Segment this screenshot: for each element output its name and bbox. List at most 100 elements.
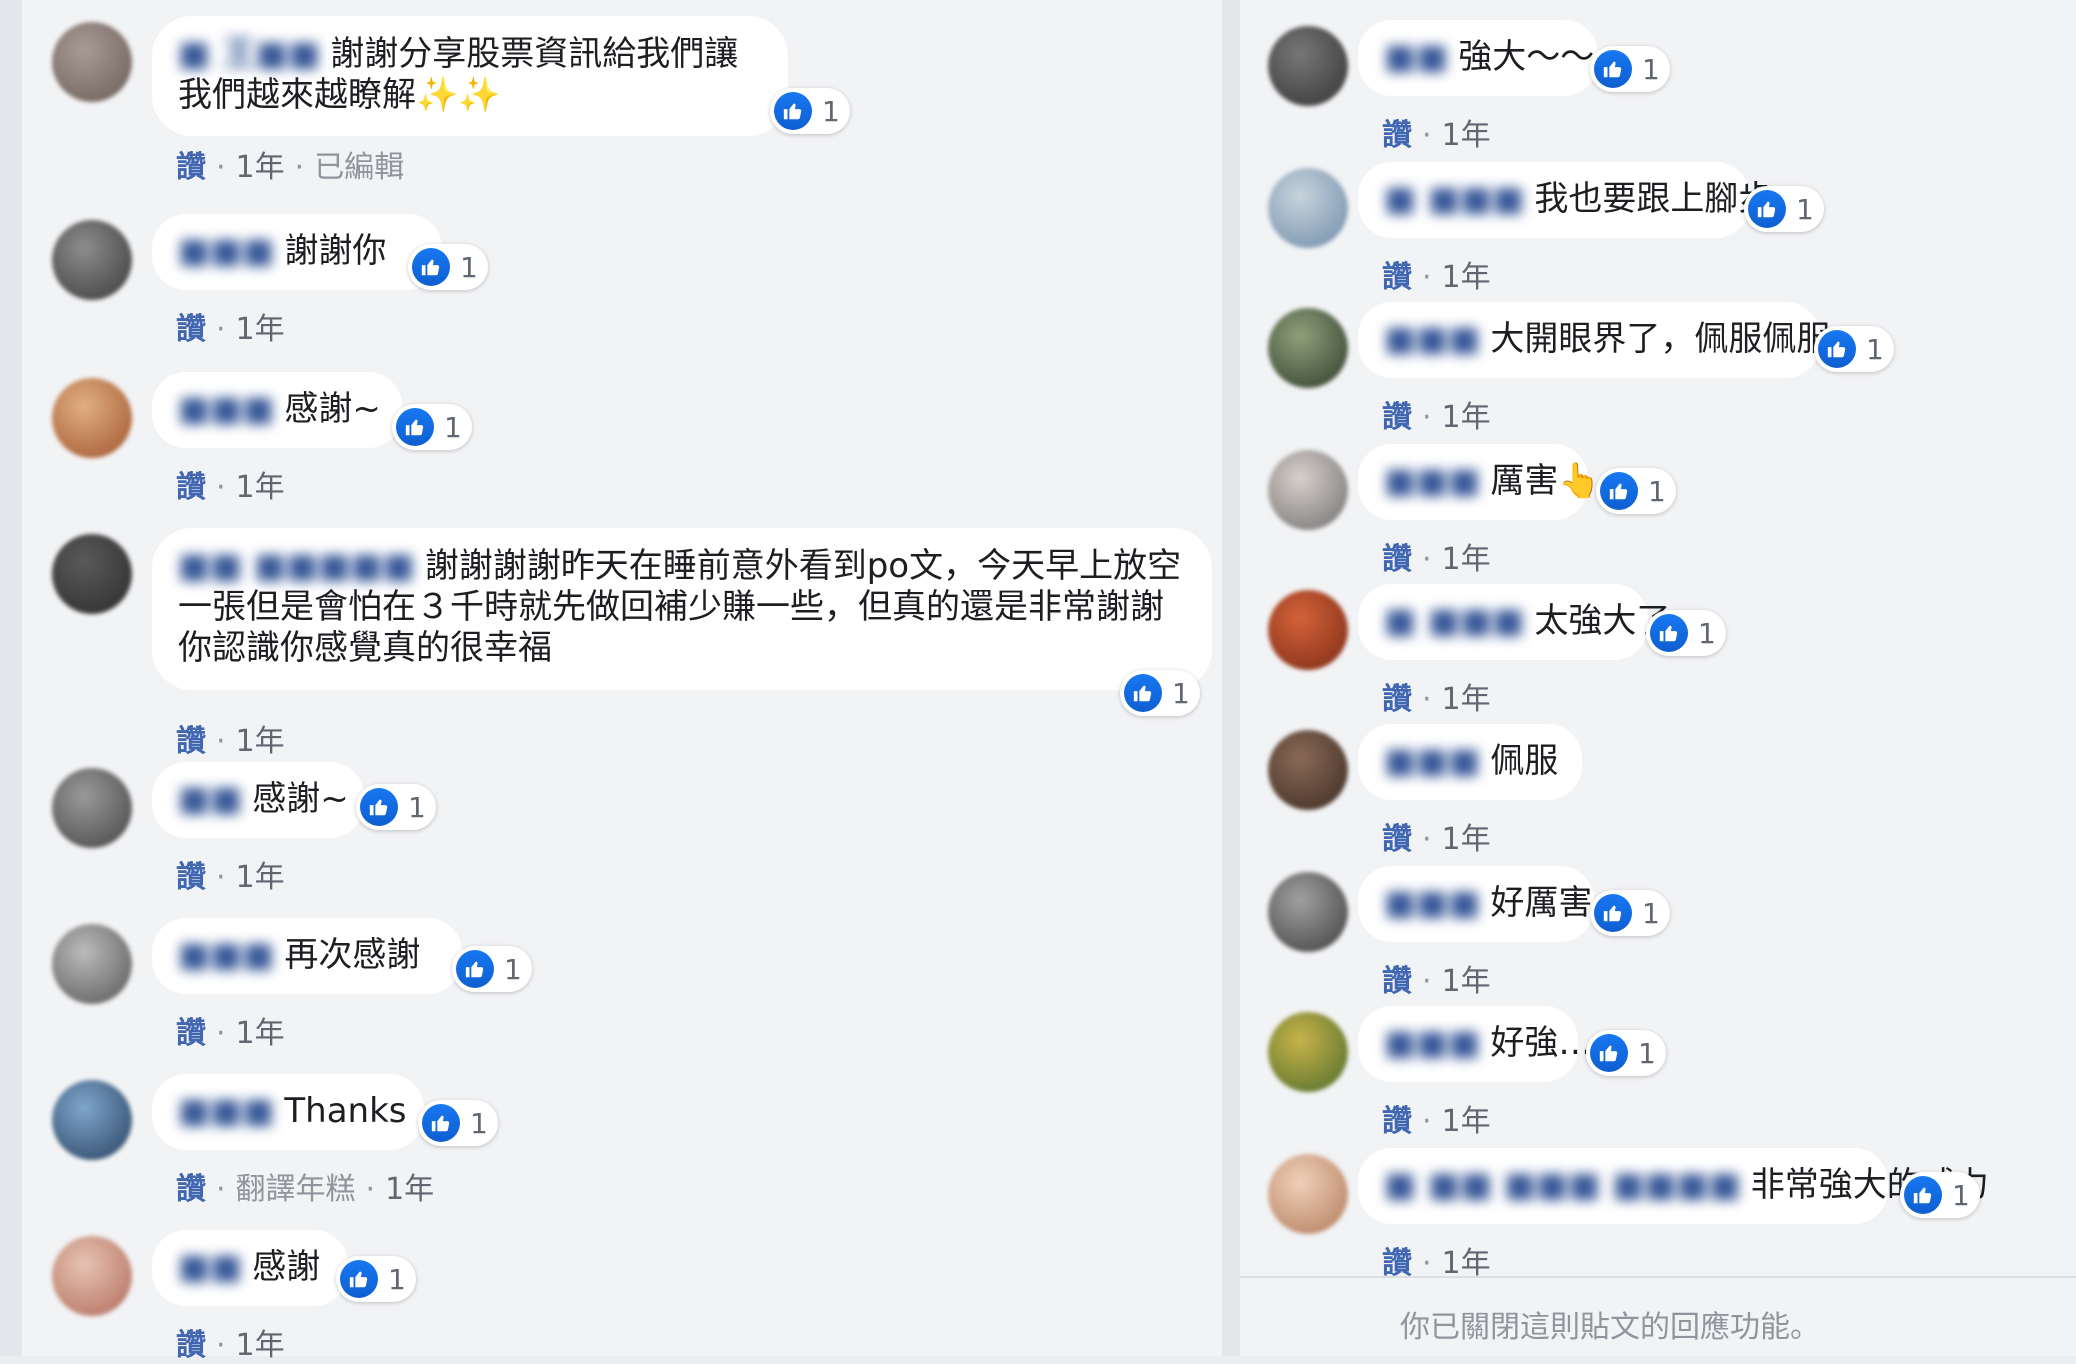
comment-bubble: ■ ■■ ■■■ ■■■■ 非常強大的威力 [1358,1148,1989,1224]
commenter-avatar[interactable] [52,1236,132,1316]
reaction-count: 1 [1796,192,1814,226]
like-button[interactable]: 讚 [176,860,206,895]
comment-timestamp[interactable]: 1年 [1442,682,1491,717]
like-button[interactable]: 讚 [1382,822,1412,857]
comment-timestamp[interactable]: 1年 [385,1172,434,1207]
comment-timestamp[interactable]: 1年 [236,312,285,347]
comment-timestamp[interactable]: 1年 [1442,822,1491,857]
commenter-avatar[interactable] [1268,26,1348,106]
reaction-count: 1 [1698,616,1716,650]
separator-dot: · [1422,260,1432,295]
like-reaction-icon [1594,50,1632,88]
like-button[interactable]: 讚 [1382,682,1412,717]
comment-actions: 讚 · 1年 [176,1008,285,1052]
like-reaction-icon [1124,674,1162,712]
commenter-avatar[interactable] [52,924,132,1004]
reaction-summary[interactable]: 1 [1814,326,1894,372]
reaction-summary[interactable]: 1 [392,404,472,450]
comment-author-name[interactable]: ■■ [178,778,242,820]
comment-text: 再次感謝 [284,935,421,975]
comment-author-name[interactable]: ■ ■■■ [1384,600,1524,642]
separator-dot: · [216,860,226,895]
comment-actions: 讚 · 1年 [1382,674,1491,718]
like-button[interactable]: 讚 [176,1328,206,1363]
commenter-avatar[interactable] [1268,308,1348,388]
like-button[interactable]: 讚 [1382,964,1412,999]
comment-author-name[interactable]: ■ ■■■ [1384,178,1524,220]
commenter-avatar[interactable] [1268,1154,1348,1234]
separator-dot: · [294,150,305,185]
like-button[interactable]: 讚 [1382,260,1412,295]
commenter-avatar[interactable] [52,22,132,102]
reaction-count: 1 [1642,52,1660,86]
like-button[interactable]: 讚 [176,724,206,759]
like-button[interactable]: 讚 [176,1172,206,1207]
comment-author-name[interactable]: ■■■ [178,388,274,430]
comment-author-name[interactable]: ■■■ [1384,460,1480,502]
commenter-avatar[interactable] [52,768,132,848]
comment-timestamp[interactable]: 1年 [236,150,285,185]
reaction-summary[interactable]: 1 [336,1256,416,1302]
comment-timestamp[interactable]: 1年 [1442,1104,1491,1139]
commenter-avatar[interactable] [1268,872,1348,952]
comment-text: 感謝 [252,1247,321,1287]
comment-timestamp[interactable]: 1年 [1442,260,1491,295]
commenter-avatar[interactable] [1268,590,1348,670]
reaction-summary[interactable]: 1 [452,946,532,992]
commenter-avatar[interactable] [52,220,132,300]
comment-author-name[interactable]: ■ ■■ ■■■ ■■■■ [1384,1164,1741,1206]
like-button[interactable]: 讚 [1382,400,1412,435]
commenter-avatar[interactable] [1268,730,1348,810]
reaction-summary[interactable]: 1 [356,784,436,830]
reaction-summary[interactable]: 1 [770,88,850,134]
reaction-summary[interactable]: 1 [1120,670,1200,716]
comment-timestamp[interactable]: 1年 [1442,118,1491,153]
comment-timestamp[interactable]: 1年 [236,860,285,895]
reaction-summary[interactable]: 1 [1586,1030,1666,1076]
like-button[interactable]: 讚 [176,470,206,505]
reaction-summary[interactable]: 1 [1744,186,1824,232]
comment-author-name[interactable]: ■■ [1384,36,1448,78]
reaction-summary[interactable]: 1 [418,1100,498,1146]
like-button[interactable]: 讚 [1382,542,1412,577]
commenter-avatar[interactable] [52,534,132,614]
comment-author-name[interactable]: ■ 王■■ [178,34,320,75]
commenter-avatar[interactable] [52,1080,132,1160]
separator-dot: · [1422,542,1432,577]
comment-author-name[interactable]: ■■■ [178,1090,274,1132]
comment-timestamp[interactable]: 1年 [1442,964,1491,999]
reaction-count: 1 [408,790,426,824]
comment-author-name[interactable]: ■■■ [178,230,274,272]
comment-timestamp[interactable]: 1年 [236,1016,285,1051]
comment-timestamp[interactable]: 1年 [1442,542,1491,577]
commenter-avatar[interactable] [52,378,132,458]
comment-timestamp[interactable]: 1年 [236,1328,285,1363]
comment-author-name[interactable]: ■■■ [1384,882,1480,924]
commenter-avatar[interactable] [1268,168,1348,248]
comment-timestamp[interactable]: 1年 [1442,400,1491,435]
comment-text: 厲害👆 [1490,461,1601,501]
commenter-avatar[interactable] [1268,450,1348,530]
reaction-summary[interactable]: 1 [1900,1172,1980,1218]
comment-author-name[interactable]: ■■■ [178,934,274,976]
comment-timestamp[interactable]: 1年 [236,470,285,505]
reaction-summary[interactable]: 1 [1646,610,1726,656]
comment-author-name[interactable]: ■■■ [1384,318,1480,360]
commenter-avatar[interactable] [1268,1012,1348,1092]
comment-author-name[interactable]: ■■■ [1384,740,1480,782]
reaction-summary[interactable]: 1 [1596,468,1676,514]
like-button[interactable]: 讚 [1382,118,1412,153]
comment-author-name[interactable]: ■■■ [1384,1022,1480,1064]
like-button[interactable]: 讚 [1382,1104,1412,1139]
like-button[interactable]: 讚 [176,150,206,185]
like-button[interactable]: 讚 [176,312,206,347]
reaction-summary[interactable]: 1 [408,244,488,290]
translate-link[interactable]: 翻譯年糕 [236,1172,356,1207]
comment-timestamp[interactable]: 1年 [236,724,285,759]
comment-bubble: ■■■ 再次感謝 [152,918,462,994]
comment-author-name[interactable]: ■■ [178,1246,242,1288]
like-button[interactable]: 讚 [176,1016,206,1051]
reaction-summary[interactable]: 1 [1590,46,1670,92]
comment-author-name[interactable]: ■■ ■■■■■ [178,546,415,587]
reaction-summary[interactable]: 1 [1590,890,1670,936]
